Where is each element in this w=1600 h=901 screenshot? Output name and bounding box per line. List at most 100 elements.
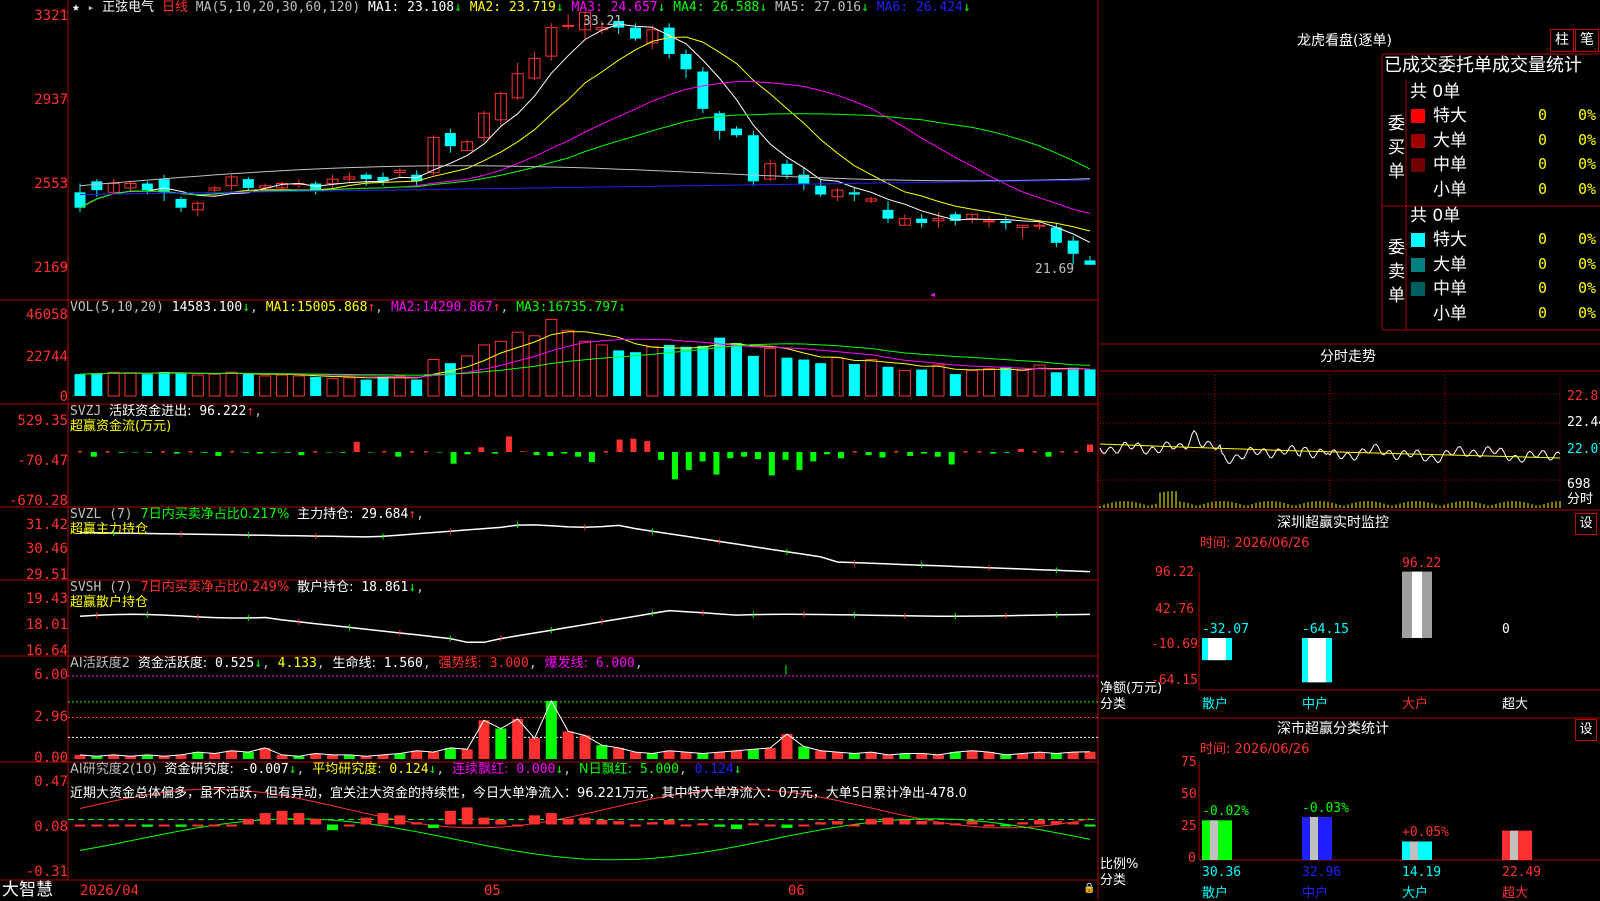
- aires-research-value: -0.007: [241, 762, 289, 777]
- aires-bar: [596, 819, 608, 825]
- low-price-label: 21.69: [1035, 262, 1075, 277]
- row-count: 0: [1538, 155, 1548, 173]
- svzj-bar: [1074, 451, 1079, 453]
- kline-chart[interactable]: [74, 11, 1096, 297]
- ma5-legend: MA5: 27.016: [767, 0, 862, 15]
- aires-bar: [377, 813, 389, 825]
- svzj-bar: [1060, 451, 1065, 453]
- svzj-bar: [658, 452, 665, 460]
- class-time: 时间: 2026/06/26: [1200, 742, 1310, 757]
- aires-bar: [832, 821, 843, 825]
- vol-bar: [545, 318, 558, 397]
- star-icon[interactable]: ★: [72, 0, 80, 15]
- svzl-axis-1: 31.42: [25, 517, 68, 533]
- svzl-line: [79, 524, 1091, 573]
- row-count: 0: [1538, 106, 1548, 124]
- vol-bar: [478, 344, 490, 397]
- ma1-legend: MA1: 23.108: [368, 0, 455, 15]
- svzj-bar: [741, 452, 748, 457]
- svsh-chart[interactable]: [79, 609, 1091, 644]
- svsh-ratio: 7日内买卖净占比0.249%: [140, 580, 290, 595]
- aiact-axis-2: 2.96: [34, 709, 68, 725]
- lock-icon[interactable]: 🔒: [1083, 881, 1095, 897]
- tab-bar[interactable]: 柱: [1550, 29, 1574, 52]
- svzj-bar: [575, 452, 582, 457]
- aiact-burst-value: 6.000: [595, 656, 635, 671]
- svzj-bar: [519, 451, 526, 452]
- period-label[interactable]: 日线: [162, 0, 188, 15]
- svzj-bar: [339, 452, 346, 453]
- aiact-bar: [764, 747, 776, 759]
- svsh-arrow: ↓: [408, 580, 417, 595]
- ai-active-chart[interactable]: [68, 665, 1098, 759]
- class-bar-shine: [1510, 830, 1518, 860]
- svzj-bar: [948, 452, 955, 465]
- aires-bar: [916, 821, 928, 825]
- svzj-bar: [90, 452, 97, 457]
- aires-bar: [428, 824, 439, 828]
- class-pct-label: 30.36: [1202, 865, 1242, 880]
- row-name: 大单: [1433, 130, 1467, 151]
- aires-avg-value: 0.124: [389, 762, 429, 777]
- menu-arrow-icon[interactable]: ▸: [88, 1, 95, 14]
- aires-red-arrow: ↓: [555, 762, 564, 777]
- vol-bar: [1016, 369, 1029, 397]
- aiact-bar: [966, 750, 978, 759]
- aires-nred-label: N日飘红:: [578, 762, 632, 777]
- svzj-bar: [243, 452, 250, 453]
- aires-bar: [899, 819, 911, 825]
- svzj-bar: [852, 451, 857, 453]
- aires-bar: [663, 819, 675, 825]
- kline-axis-3: 2553: [34, 176, 68, 192]
- aires-bar: [983, 824, 995, 827]
- class-settings-button[interactable]: 设: [1575, 719, 1597, 741]
- kline-axis-2: 2937: [34, 92, 68, 108]
- volume-chart[interactable]: [74, 318, 1096, 397]
- monitor-category: 中户: [1302, 697, 1329, 712]
- stock-name[interactable]: 正弦电气: [102, 0, 154, 15]
- class-bar-shine: [1310, 816, 1318, 860]
- row-pct: 0%: [1578, 303, 1597, 322]
- candle-body: [444, 133, 456, 147]
- candle-body: [798, 174, 810, 184]
- aires-bar: [680, 824, 692, 827]
- aires-bar: [949, 823, 961, 826]
- vol-bar: [764, 348, 777, 397]
- svzj-bar: [256, 452, 263, 454]
- svzj-bar: [173, 452, 180, 454]
- fenshi-chart[interactable]: [1099, 375, 1561, 510]
- row-name: 大单: [1433, 254, 1467, 275]
- aires-bar: [781, 824, 793, 828]
- svsh-axis-1: 19.43: [25, 591, 68, 607]
- svzl-chart[interactable]: [79, 522, 1091, 574]
- svzj-bar: [671, 452, 678, 480]
- svzj-chart[interactable]: [78, 436, 1093, 480]
- svsh-header: SVSH (7) 7日内买卖净占比0.249% 散户持仓: 18.861↓,: [70, 580, 424, 595]
- aiact-life-value: 1.560: [383, 656, 423, 671]
- candle-body: [747, 135, 759, 182]
- monitor-settings-button[interactable]: 设: [1575, 513, 1597, 535]
- svzj-bar: [230, 451, 235, 453]
- ma5-line: [79, 23, 1091, 243]
- monitor-bar-shine: [1412, 571, 1422, 638]
- ma6-arrow: ↓: [962, 0, 971, 15]
- tab-tick[interactable]: 笔: [1575, 29, 1599, 52]
- row-count: 0: [1538, 254, 1548, 273]
- aires-nred-value: 5.000: [639, 762, 679, 777]
- row-pct: 0%: [1578, 155, 1597, 173]
- vol-bar: [208, 373, 221, 397]
- class-change-label: -0.03%: [1302, 800, 1349, 816]
- color-swatch: [1411, 158, 1425, 172]
- svzj-bar: [920, 452, 927, 454]
- aiact-bar: [1084, 751, 1096, 759]
- row-name: 特大: [1433, 106, 1467, 126]
- color-swatch: [1411, 233, 1425, 247]
- buy-total: 共 0单: [1410, 82, 1461, 102]
- aires-bar: [192, 824, 204, 827]
- monitor-ylabel: 净额(万元): [1100, 681, 1163, 696]
- aires-bar: [1034, 819, 1045, 825]
- aiact-bar: [815, 750, 827, 759]
- vol-bar: [1067, 367, 1079, 396]
- svzj-bar: [865, 452, 872, 456]
- aiact-bar: [579, 735, 591, 759]
